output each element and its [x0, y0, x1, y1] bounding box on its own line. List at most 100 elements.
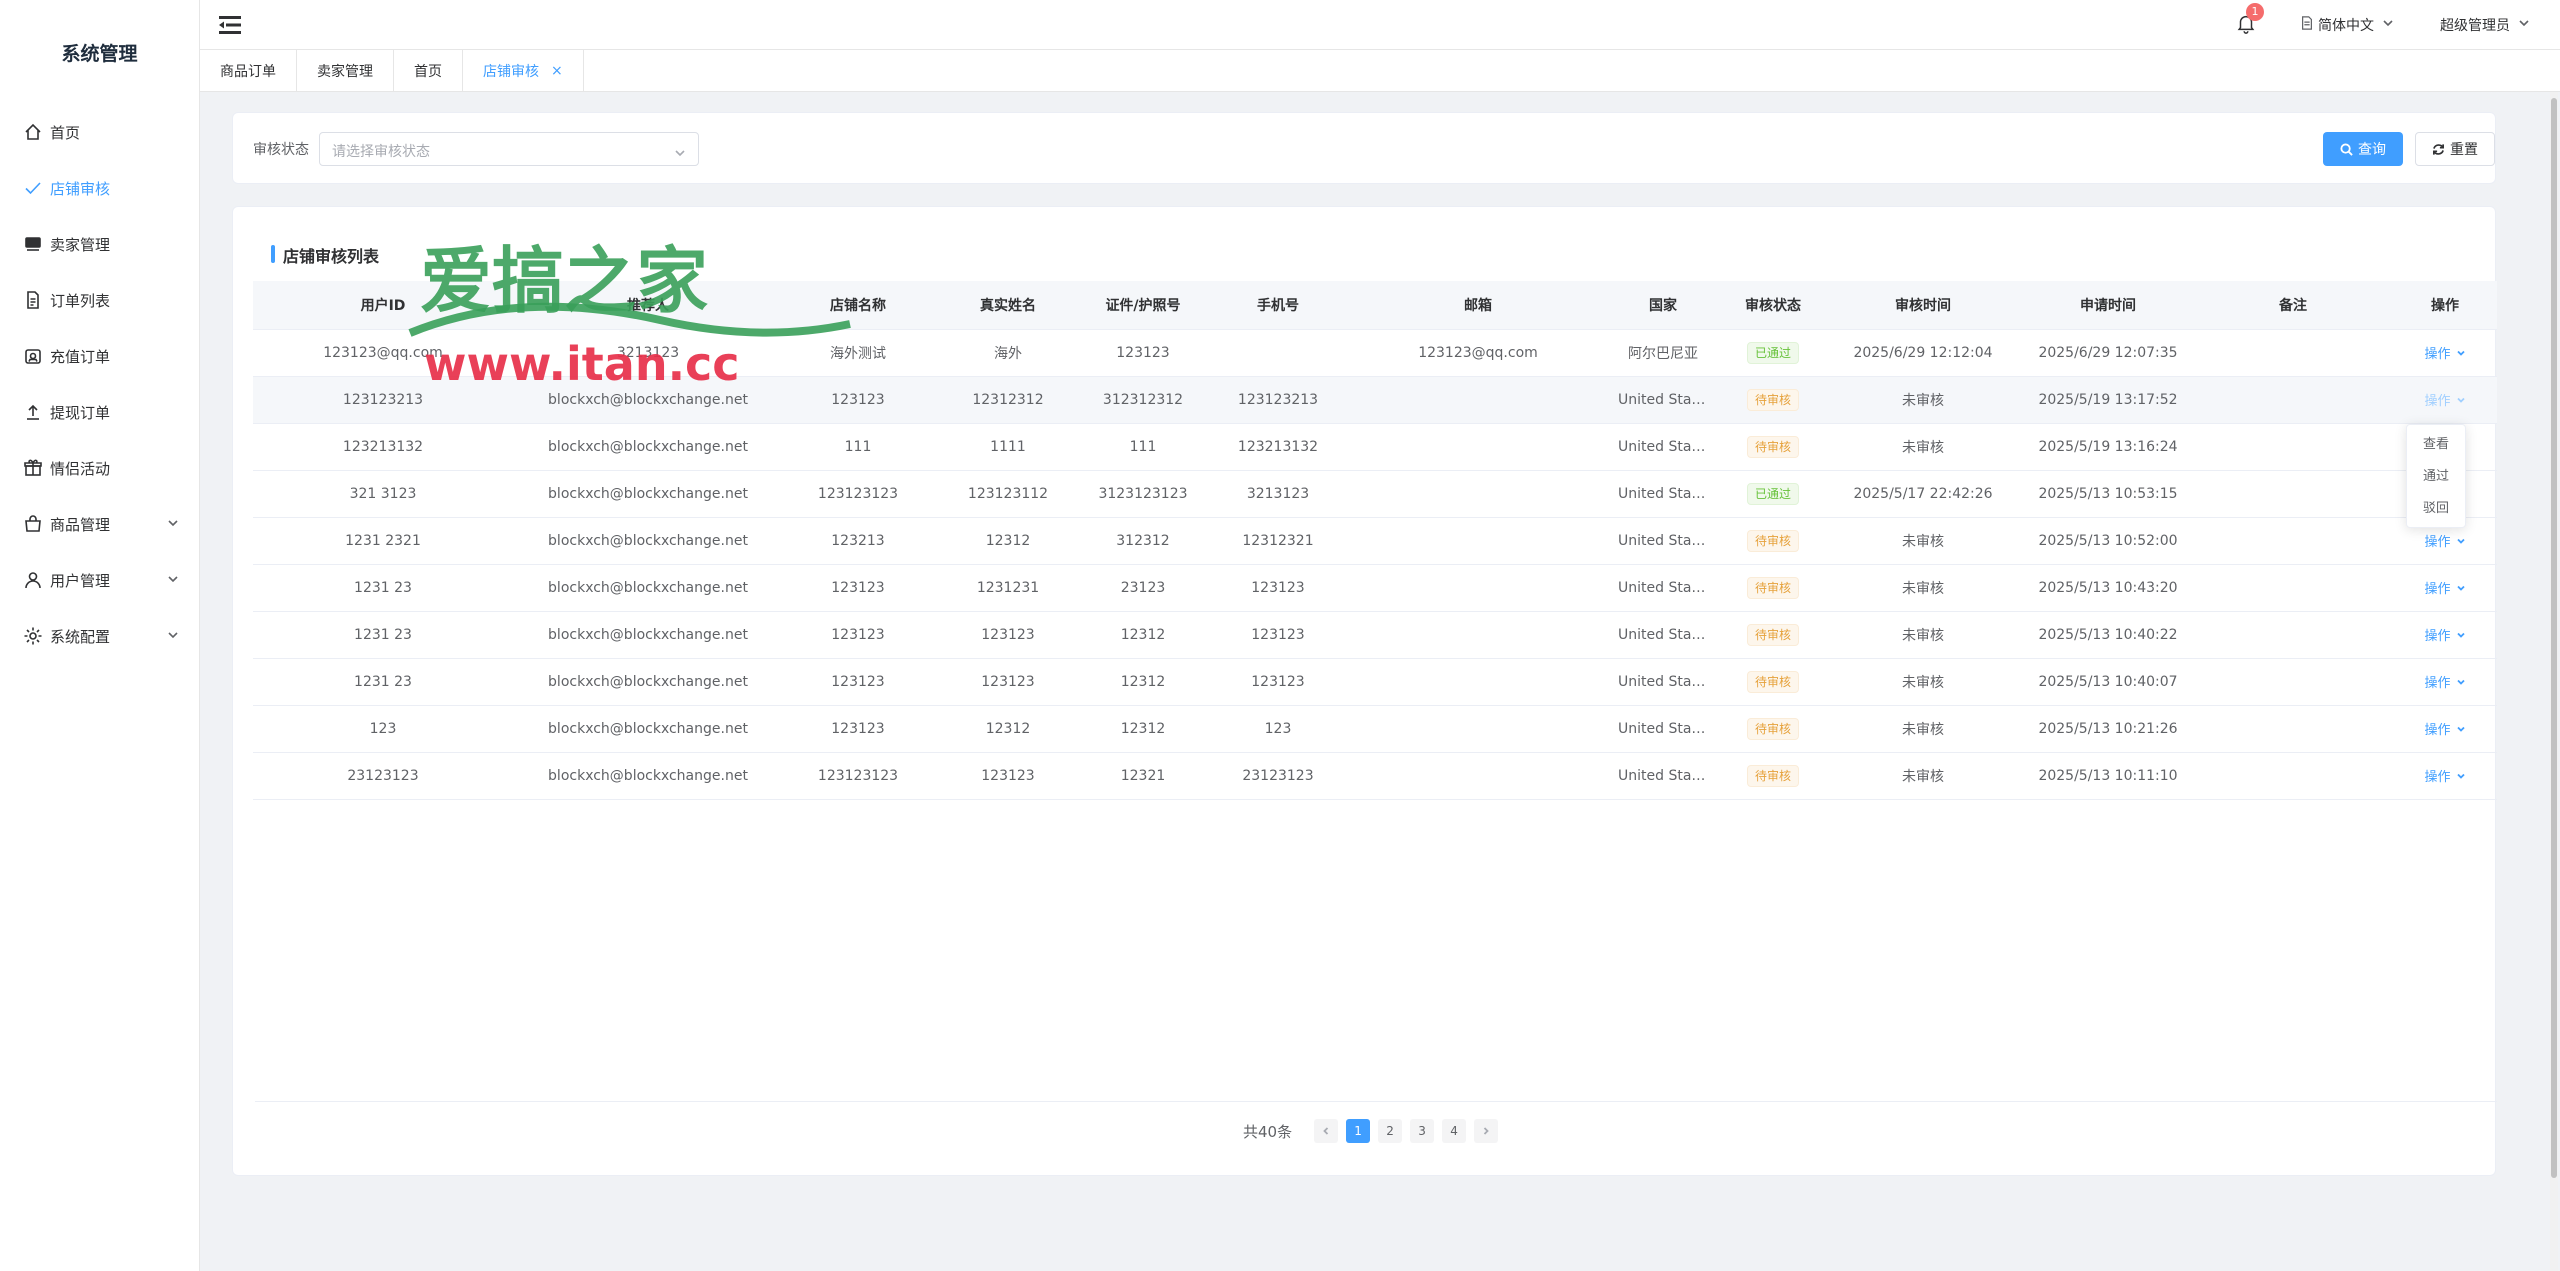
action-menu-trigger[interactable]: 操作 — [2424, 625, 2465, 644]
action-menu-trigger[interactable]: 操作 — [2424, 531, 2465, 550]
table-row[interactable]: 1231 23 blockxch@blockxchange.net 123123 12… — [253, 611, 2497, 659]
user-menu[interactable]: 超级管理员 — [2440, 14, 2530, 36]
sidebar-item-label: 提现订单 — [50, 403, 111, 422]
table-cell — [2193, 423, 2393, 471]
status-badge: 待审核 — [1746, 717, 1799, 740]
column-header: 国家 — [1603, 281, 1723, 330]
table-row[interactable]: 1231 23 blockxch@blockxchange.net 123123 12… — [253, 658, 2497, 706]
gift-icon — [22, 457, 44, 479]
country-cell: 阿尔巴尼亚 — [1603, 329, 1723, 377]
action-menu-trigger[interactable]: 操作 — [2424, 578, 2465, 597]
action-menu-trigger[interactable]: 操作 — [2424, 390, 2465, 409]
chevron-down-icon — [167, 515, 179, 533]
sidebar-item-label: 首页 — [50, 123, 81, 142]
tab-shop-review[interactable]: 店铺审核 × — [463, 50, 584, 92]
column-header: 审核状态 — [1723, 281, 1823, 330]
table-cell — [2193, 329, 2393, 377]
country-text: United States — [1618, 485, 1708, 502]
page-4[interactable]: 4 — [1442, 1119, 1467, 1143]
prev-page-button[interactable] — [1314, 1119, 1339, 1143]
tab-home[interactable]: 首页 — [394, 50, 463, 92]
sidebar-item-3[interactable]: 订单列表 — [0, 272, 199, 328]
table-row[interactable]: 123213132 blockxch@blockxchange.net 111 111… — [253, 423, 2497, 471]
country-text: 阿尔巴尼亚 — [1628, 345, 1698, 362]
table-cell: 12312 — [1083, 611, 1203, 659]
status-cell: 已通过 — [1723, 470, 1823, 518]
country-cell: United States — [1603, 376, 1723, 424]
table-cell: 123123 — [783, 705, 933, 753]
table-cell — [1353, 752, 1603, 800]
sidebar-item-9[interactable]: 系统配置 — [0, 608, 199, 664]
chevron-down-icon — [2374, 17, 2394, 33]
column-header: 用户ID — [253, 281, 513, 330]
shop-review-table-card: 店铺审核列表 用户ID 推荐人 店铺名称 真实姓名 证件/护照号 手机号 邮箱 国家 审核状态审… — [232, 206, 2497, 1176]
country-cell: United States — [1603, 517, 1723, 565]
table-row[interactable]: 23123123 blockxch@blockxchange.net 1231231… — [253, 752, 2497, 800]
page-2[interactable]: 2 — [1378, 1119, 1403, 1143]
column-header: 真实姓名 — [933, 281, 1083, 330]
sidebar-item-7[interactable]: 商品管理 — [0, 496, 199, 552]
action-cell: 操作 — [2393, 705, 2497, 753]
table-cell: 2025/5/13 10:11:10 — [2023, 752, 2193, 800]
table-cell — [1353, 564, 1603, 612]
sidebar-item-1[interactable]: 店铺审核 — [0, 160, 199, 216]
status-cell: 待审核 — [1723, 705, 1823, 753]
tab-seller-management[interactable]: 卖家管理 — [297, 50, 394, 92]
sidebar-item-4[interactable]: 充值订单 — [0, 328, 199, 384]
collapse-menu-icon[interactable] — [218, 13, 242, 37]
table-row[interactable]: 321 3123 blockxch@blockxchange.net 1231231… — [253, 470, 2497, 518]
action-menu-trigger[interactable]: 操作 — [2424, 766, 2465, 785]
table-row[interactable]: 1231 23 blockxch@blockxchange.net 123123 12… — [253, 564, 2497, 612]
dropdown-approve[interactable]: 通过 — [2407, 461, 2465, 493]
action-menu-trigger[interactable]: 操作 — [2424, 672, 2465, 691]
next-page-button[interactable] — [1474, 1119, 1499, 1143]
notification-badge: 1 — [2246, 3, 2264, 21]
column-header: 手机号 — [1203, 281, 1353, 330]
table-row[interactable]: 1231 2321 blockxch@blockxchange.net 123213… — [253, 517, 2497, 565]
table-row[interactable]: 123123213 blockxch@blockxchange.net 123123… — [253, 376, 2497, 424]
language-switcher[interactable]: 简体中文 — [2300, 14, 2394, 36]
dropdown-view[interactable]: 查看 — [2407, 429, 2465, 461]
table-cell: 2025/5/13 10:40:07 — [2023, 658, 2193, 706]
store-icon — [22, 233, 44, 255]
sidebar-item-label: 情侣活动 — [50, 459, 111, 478]
table-cell: 2025/5/13 10:40:22 — [2023, 611, 2193, 659]
country-cell: United States — [1603, 752, 1723, 800]
table-cell: 123123 — [1203, 611, 1353, 659]
tab-product-orders[interactable]: 商品订单 — [200, 50, 297, 92]
table-cell: 123123213 — [1203, 376, 1353, 424]
user-icon — [22, 569, 44, 591]
pagination: 共40条 1 2 3 4 — [1243, 1119, 1502, 1143]
gear-icon — [22, 625, 44, 647]
close-icon[interactable]: × — [551, 63, 563, 79]
table-cell: 321 3123 — [253, 470, 513, 518]
table-cell: 123123 — [933, 752, 1083, 800]
search-button[interactable]: 查询 — [2323, 132, 2403, 166]
country-text: United States — [1618, 391, 1708, 408]
status-cell: 待审核 — [1723, 564, 1823, 612]
sidebar-item-5[interactable]: 提现订单 — [0, 384, 199, 440]
dropdown-reject[interactable]: 驳回 — [2407, 493, 2465, 525]
sidebar-item-0[interactable]: 首页 — [0, 104, 199, 160]
status-badge: 待审核 — [1746, 623, 1799, 646]
action-menu-trigger[interactable]: 操作 — [2424, 719, 2465, 738]
page-3[interactable]: 3 — [1410, 1119, 1435, 1143]
reset-button[interactable]: 重置 — [2415, 132, 2495, 166]
action-menu-trigger[interactable]: 操作 — [2424, 343, 2465, 362]
table-row[interactable]: 123 blockxch@blockxchange.net 123123 12312 1… — [253, 705, 2497, 753]
page-scrollbar[interactable] — [2550, 92, 2558, 1271]
scrollbar-thumb[interactable] — [2551, 98, 2557, 1178]
table-cell: 2025/5/13 10:21:26 — [2023, 705, 2193, 753]
sidebar-item-6[interactable]: 情侣活动 — [0, 440, 199, 496]
page-1[interactable]: 1 — [1346, 1119, 1371, 1143]
table-cell: 1231 2321 — [253, 517, 513, 565]
table-cell: 12312312 — [933, 376, 1083, 424]
sidebar-item-2[interactable]: 卖家管理 — [0, 216, 199, 272]
table-title: 店铺审核列表 — [271, 243, 379, 267]
table-cell: 未审核 — [1823, 376, 2023, 424]
sidebar-item-8[interactable]: 用户管理 — [0, 552, 199, 608]
table-row[interactable]: 123123@qq.com 3213123 海外测试 海外 123123 123123@q… — [253, 329, 2497, 377]
status-select[interactable]: 请选择审核状态 — [319, 132, 699, 166]
country-text: United States — [1618, 673, 1708, 690]
table-cell: 1231231 — [933, 564, 1083, 612]
